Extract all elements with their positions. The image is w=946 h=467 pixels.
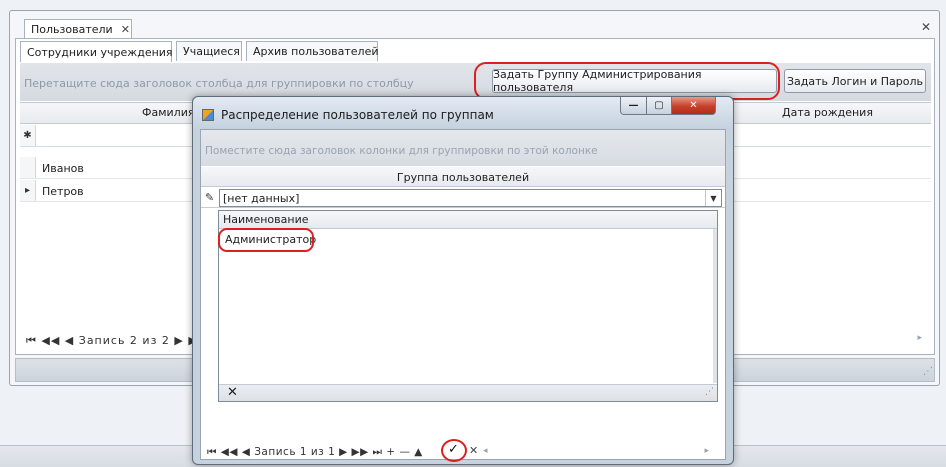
scroll-left-icon[interactable]: ◂ [483,446,488,456]
dropdown-popup: Наименование Администратор ✕ ⋰ [218,210,718,402]
chevron-down-icon[interactable]: ▼ [705,190,721,206]
dialog-title: Распределение пользователей по группам [221,108,494,122]
close-icon[interactable]: ✕ [921,20,931,34]
close-tab-icon[interactable]: ✕ [121,23,130,36]
app-icon [202,109,214,121]
group-by-hint: Поместите сюда заголовок колонки для гру… [205,145,598,157]
popup-header-label: Наименование [223,213,309,226]
tab-label: Сотрудники учреждения [27,45,173,59]
tab-label: Архив пользователей [253,45,379,58]
tab-students[interactable]: Учащиеся [176,41,242,61]
document-tab-label: Пользователи [31,23,113,36]
document-tab-users[interactable]: Пользователи ✕ [24,19,132,39]
cell-surname: Иванов [42,162,84,175]
tab-user-archive[interactable]: Архив пользователей [246,41,379,61]
user-group-combobox[interactable]: [нет данных] ▼ [219,189,722,207]
record-navigator[interactable]: ⏮ ◀◀ ◀ Запись 1 из 1 ▶ ▶▶ ⏭ + — ▲ [207,446,423,459]
minimize-button[interactable]: — [620,97,647,115]
list-item-administrator[interactable]: Администратор [225,233,316,246]
popup-footer: ✕ ⋰ [219,384,717,401]
row-indicator-icon: ▸ [20,180,36,201]
column-header-surname[interactable]: Фамилия [142,106,194,119]
check-icon[interactable]: ✓ [448,442,459,457]
combobox-value: [нет данных] [223,192,300,205]
set-login-password-button[interactable]: Задать Логин и Пароль [784,69,926,93]
set-admin-group-button[interactable]: Задать Группу Администрирования пользова… [492,68,777,94]
popup-column-header: Наименование [219,211,717,229]
group-by-panel[interactable]: Поместите сюда заголовок колонки для гру… [201,130,725,166]
group-assignment-dialog: Распределение пользователей по группам —… [192,96,734,465]
scroll-right-icon[interactable]: ▸ [704,446,709,456]
cell-surname: Петров [42,185,84,198]
group-by-hint: Перетащите сюда заголовок столбца для гр… [24,77,414,90]
resize-grip-icon[interactable]: ⋰ [705,387,714,397]
editing-row[interactable]: ✎ [нет данных] ▼ [201,188,725,208]
button-label: Задать Группу Администрирования пользова… [493,68,702,94]
close-button[interactable]: ✕ [671,97,716,115]
scrollbar[interactable] [713,229,717,383]
tab-label: Учащиеся [183,45,240,58]
tab-employees[interactable]: Сотрудники учреждения [20,41,173,62]
pencil-icon: ✎ [205,191,215,204]
row-indicator [20,157,36,178]
resize-grip-icon[interactable]: ⋰ [923,366,933,377]
cancel-edit-icon[interactable]: ✕ [469,444,478,457]
column-header-user-group[interactable]: Группа пользователей [201,171,725,184]
column-header-birthdate[interactable]: Дата рождения [782,106,873,119]
grid-header: Группа пользователей [201,167,725,187]
dialog-titlebar[interactable]: Распределение пользователей по группам —… [193,97,733,129]
button-label: Задать Логин и Пароль [786,74,924,88]
dialog-grid: Поместите сюда заголовок колонки для гру… [200,129,726,462]
maximize-button[interactable]: ▢ [646,97,672,115]
new-row-icon: ✱ [20,125,36,146]
clear-icon[interactable]: ✕ [227,385,238,400]
record-navigator[interactable]: ⏮ ◀◀ ◀ Запись 2 из 2 ▶ ▶▶ [26,334,207,348]
scroll-right-icon[interactable]: ▸ [917,333,922,343]
